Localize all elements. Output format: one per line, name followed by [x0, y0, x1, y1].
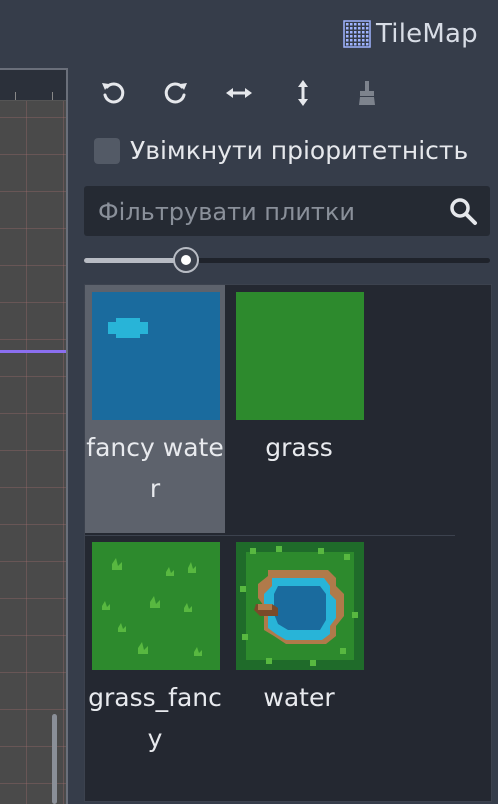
flip-horizontal-button[interactable] [220, 74, 258, 112]
canvas-viewport[interactable] [0, 68, 68, 804]
tile-item[interactable]: grass_fancy [85, 535, 225, 783]
ruler-tick [15, 92, 16, 100]
zoom-slider-fill [84, 258, 186, 263]
tile-label: grass_fancy [88, 683, 222, 753]
rotate-right-button[interactable] [157, 74, 195, 112]
rotate-right-icon [164, 82, 187, 104]
search-icon[interactable] [448, 196, 478, 226]
grass-fancy-thumbnail [92, 542, 220, 670]
ruler-tick [52, 92, 53, 100]
priority-toggle[interactable]: Увімкнути пріоритетність [94, 136, 468, 165]
flip-vertical-icon [298, 80, 308, 106]
zoom-slider[interactable] [84, 247, 490, 273]
panel-title-text: TileMap [376, 19, 478, 49]
eraser-broom-icon [359, 81, 375, 105]
priority-checkbox[interactable] [94, 137, 120, 164]
priority-label: Увімкнути пріоритетність [130, 136, 469, 165]
guide-line [0, 350, 66, 353]
clear-transform-button[interactable] [348, 74, 386, 112]
tile-filter [84, 186, 490, 238]
tilemap-grid-icon [343, 20, 371, 48]
tile-item[interactable]: fancy water [85, 285, 225, 533]
viewport-scrollbar[interactable] [52, 714, 57, 804]
tile-item[interactable]: water [229, 535, 369, 783]
panel-title: TileMap [342, 18, 478, 50]
grass-thumbnail [236, 292, 364, 420]
zoom-slider-grabber[interactable] [173, 247, 199, 273]
tile-label: water [263, 683, 335, 712]
flip-horizontal-icon [226, 88, 252, 98]
tile-palette: fancy water grass grass_fancy water [84, 284, 492, 802]
ruler-top [0, 70, 66, 101]
rotate-left-button[interactable] [94, 74, 132, 112]
tile-label: fancy water [86, 433, 224, 503]
rotate-left-icon [102, 82, 125, 104]
filter-tiles-input[interactable] [96, 186, 440, 238]
tile-item[interactable]: grass [229, 285, 369, 533]
tile-label: grass [265, 433, 333, 462]
water-thumbnail [236, 542, 364, 670]
fancy-water-thumbnail [92, 292, 220, 420]
flip-vertical-button[interactable] [284, 74, 322, 112]
